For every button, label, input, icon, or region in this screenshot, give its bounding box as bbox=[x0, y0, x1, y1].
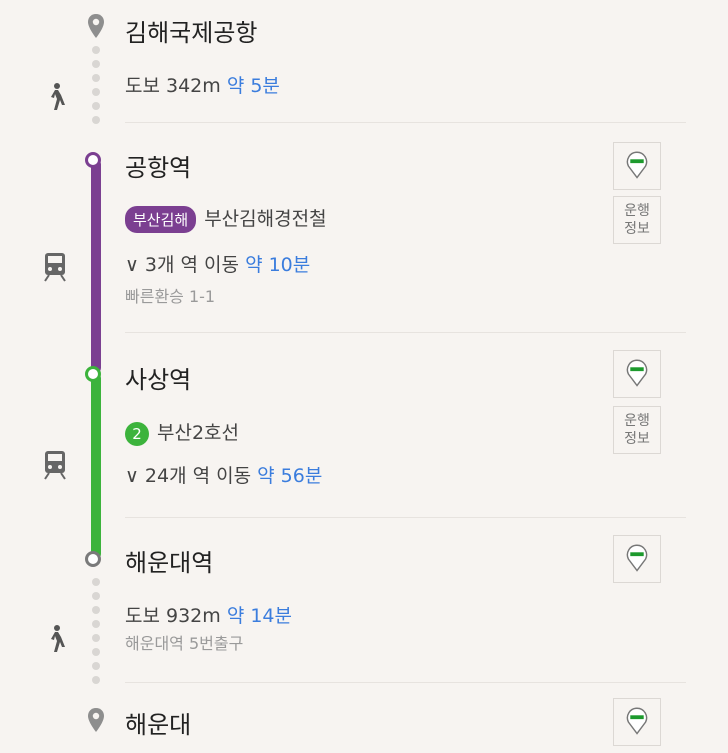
train-icon bbox=[44, 253, 66, 282]
location-pin-icon bbox=[88, 708, 104, 732]
alarm-pin-icon[interactable] bbox=[613, 142, 661, 190]
line2-track bbox=[91, 373, 101, 559]
stop3-name: 해운대역 bbox=[125, 549, 214, 577]
walk-icon bbox=[51, 625, 65, 652]
operation-info-line1: 운행 bbox=[624, 413, 650, 429]
operation-info-line1: 운행 bbox=[624, 203, 650, 219]
separator bbox=[125, 682, 686, 683]
walk1-duration: 약 5분 bbox=[226, 75, 280, 97]
line1-info: 부산김해 부산김해경전철 bbox=[125, 204, 327, 233]
train-icon bbox=[44, 451, 66, 480]
walk-dots bbox=[92, 578, 100, 690]
line1-operation-info-button[interactable]: 운행 정보 bbox=[613, 196, 661, 244]
walk2-exit: 해운대역 5번출구 bbox=[125, 634, 244, 653]
line2-stops-text: 24개 역 이동 bbox=[144, 465, 252, 487]
location-pin-icon bbox=[88, 14, 104, 38]
chevron-down-icon: ∨ bbox=[125, 254, 139, 276]
separator bbox=[125, 122, 686, 123]
stop1-name: 공항역 bbox=[125, 154, 192, 182]
operation-info-line2: 정보 bbox=[624, 221, 650, 237]
stop1-node bbox=[85, 152, 101, 168]
origin-name: 김해국제공항 bbox=[125, 19, 258, 47]
destination-name: 해운대 bbox=[125, 711, 192, 739]
stop3-node bbox=[85, 551, 101, 567]
alarm-pin-icon[interactable] bbox=[613, 350, 661, 398]
walk2-text: 도보 932m bbox=[125, 605, 221, 627]
chevron-down-icon: ∨ bbox=[125, 465, 139, 487]
line2-name: 부산2호선 bbox=[157, 422, 240, 444]
separator bbox=[125, 517, 686, 518]
line1-duration: 약 10분 bbox=[245, 254, 311, 276]
line1-name: 부산김해경전철 bbox=[204, 208, 327, 230]
stop2-name: 사상역 bbox=[125, 366, 192, 394]
line2-duration: 약 56분 bbox=[257, 465, 323, 487]
walk-dots bbox=[92, 46, 100, 130]
separator bbox=[125, 332, 686, 333]
alarm-pin-icon[interactable] bbox=[613, 535, 661, 583]
line2-operation-info-button[interactable]: 운행 정보 bbox=[613, 406, 661, 454]
line1-stops[interactable]: ∨ 3개 역 이동 약 10분 bbox=[125, 250, 310, 277]
line2-badge: 2 bbox=[125, 421, 149, 446]
line1-badge: 부산김해 bbox=[125, 206, 197, 233]
operation-info-line2: 정보 bbox=[624, 431, 650, 447]
line2-stops[interactable]: ∨ 24개 역 이동 약 56분 bbox=[125, 461, 322, 488]
stop2-node bbox=[85, 366, 101, 382]
walk2-duration: 약 14분 bbox=[226, 605, 293, 627]
alarm-pin-icon[interactable] bbox=[613, 698, 661, 746]
line1-transfer: 빠른환승 1-1 bbox=[125, 287, 216, 306]
walk1-info: 도보 342m 약 5분 bbox=[125, 71, 280, 98]
line1-track bbox=[91, 159, 101, 373]
line1-stops-text: 3개 역 이동 bbox=[144, 254, 240, 276]
walk1-text: 도보 342m bbox=[125, 75, 221, 97]
walk2-info: 도보 932m 약 14분 bbox=[125, 601, 292, 628]
walk-icon bbox=[51, 83, 65, 110]
line2-info: 2 부산2호선 bbox=[125, 418, 239, 446]
